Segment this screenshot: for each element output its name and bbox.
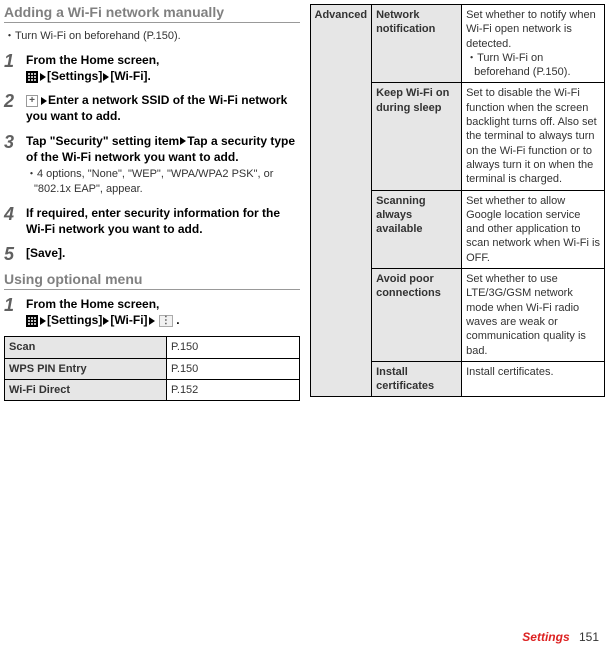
table-row: Advanced Network notification Set whethe… xyxy=(310,5,605,83)
step-title: Enter a network SSID of the Wi-Fi networ… xyxy=(26,92,300,124)
heading-optional-menu: Using optional menu xyxy=(4,271,300,290)
advanced-table: Advanced Network notification Set whethe… xyxy=(310,4,606,397)
option-desc: Set whether to use LTE/3G/GSM network mo… xyxy=(462,269,605,362)
option-desc: Set whether to allow Google location ser… xyxy=(462,190,605,268)
step-text: From the Home screen, xyxy=(26,297,159,311)
step-4: 4 If required, enter security informatio… xyxy=(4,205,300,237)
heading-add-wifi: Adding a Wi-Fi network manually xyxy=(4,4,300,23)
option-desc: Set to disable the Wi-Fi function when t… xyxy=(462,83,605,190)
plus-icon xyxy=(26,95,38,107)
step-text: Enter a network SSID of the Wi-Fi networ… xyxy=(26,93,287,123)
options-table: Scan P.150 WPS PIN Entry P.150 Wi-Fi Dir… xyxy=(4,336,300,401)
left-column: Adding a Wi-Fi network manually Turn Wi-… xyxy=(4,4,300,401)
step-number: 1 xyxy=(4,296,18,328)
step-title: From the Home screen, [Settings] [Wi-Fi]. xyxy=(26,52,300,84)
chevron-right-icon xyxy=(40,73,46,81)
step-number: 2 xyxy=(4,92,18,124)
step-1b: 1 From the Home screen, [Settings] [Wi-Fi… xyxy=(4,296,300,328)
option-desc: Install certificates. xyxy=(462,361,605,397)
chevron-right-icon xyxy=(40,317,46,325)
option-label: Wi-Fi Direct xyxy=(5,380,167,401)
chevron-right-icon xyxy=(103,73,109,81)
option-desc: Set whether to notify when Wi-Fi open ne… xyxy=(462,5,605,83)
right-column: Advanced Network notification Set whethe… xyxy=(310,4,606,401)
step-sub-bullet: 4 options, "None", "WEP", "WPA/WPA2 PSK"… xyxy=(26,167,300,197)
overflow-menu-icon xyxy=(159,315,173,327)
step-text: Tap "Security" setting item xyxy=(26,134,179,148)
step-text: [Wi-Fi]. xyxy=(110,69,151,83)
page-footer: Settings 151 xyxy=(522,630,599,644)
footer-section: Settings xyxy=(522,630,569,644)
table-row: Scan P.150 xyxy=(5,337,300,358)
option-label: WPS PIN Entry xyxy=(5,358,167,379)
step-1: 1 From the Home screen, [Settings] [Wi-Fi… xyxy=(4,52,300,84)
chevron-right-icon xyxy=(103,317,109,325)
apps-icon xyxy=(26,315,38,327)
option-label: Avoid poor connections xyxy=(372,269,462,362)
step-2: 2 Enter a network SSID of the Wi-Fi netw… xyxy=(4,92,300,124)
step-text: [Settings] xyxy=(47,69,102,83)
category-cell: Advanced xyxy=(310,5,372,397)
step-3: 3 Tap "Security" setting itemTap a secur… xyxy=(4,133,300,197)
option-value: P.150 xyxy=(166,337,299,358)
table-row: Wi-Fi Direct P.152 xyxy=(5,380,300,401)
chevron-right-icon xyxy=(41,97,47,105)
prereq-bullet: Turn Wi-Fi on beforehand (P.150). xyxy=(4,29,300,44)
chevron-right-icon xyxy=(180,137,186,145)
step-number: 4 xyxy=(4,205,18,237)
step-text: [Wi-Fi] xyxy=(110,313,147,327)
desc-bullet: Turn Wi-Fi on beforehand (P.150). xyxy=(466,51,600,80)
step-number: 3 xyxy=(4,133,18,197)
apps-icon xyxy=(26,71,38,83)
step-title: Tap "Security" setting itemTap a securit… xyxy=(26,133,300,165)
step-title: If required, enter security information … xyxy=(26,205,300,237)
table-row: WPS PIN Entry P.150 xyxy=(5,358,300,379)
option-label: Network notification xyxy=(372,5,462,83)
chevron-right-icon xyxy=(149,317,155,325)
option-label: Scan xyxy=(5,337,167,358)
page-number: 151 xyxy=(579,630,599,644)
option-label: Keep Wi-Fi on during sleep xyxy=(372,83,462,190)
option-label: Scanning always available xyxy=(372,190,462,268)
step-5: 5 [Save]. xyxy=(4,245,300,263)
option-label: Install certificates xyxy=(372,361,462,397)
step-text: [Settings] xyxy=(47,313,102,327)
step-number: 1 xyxy=(4,52,18,84)
step-text: From the Home screen, xyxy=(26,53,159,67)
step-number: 5 xyxy=(4,245,18,263)
step-title: [Save]. xyxy=(26,245,300,261)
step-title: From the Home screen, [Settings][Wi-Fi] … xyxy=(26,296,300,328)
desc-text: Set whether to notify when Wi-Fi open ne… xyxy=(466,9,596,50)
option-value: P.152 xyxy=(166,380,299,401)
option-value: P.150 xyxy=(166,358,299,379)
